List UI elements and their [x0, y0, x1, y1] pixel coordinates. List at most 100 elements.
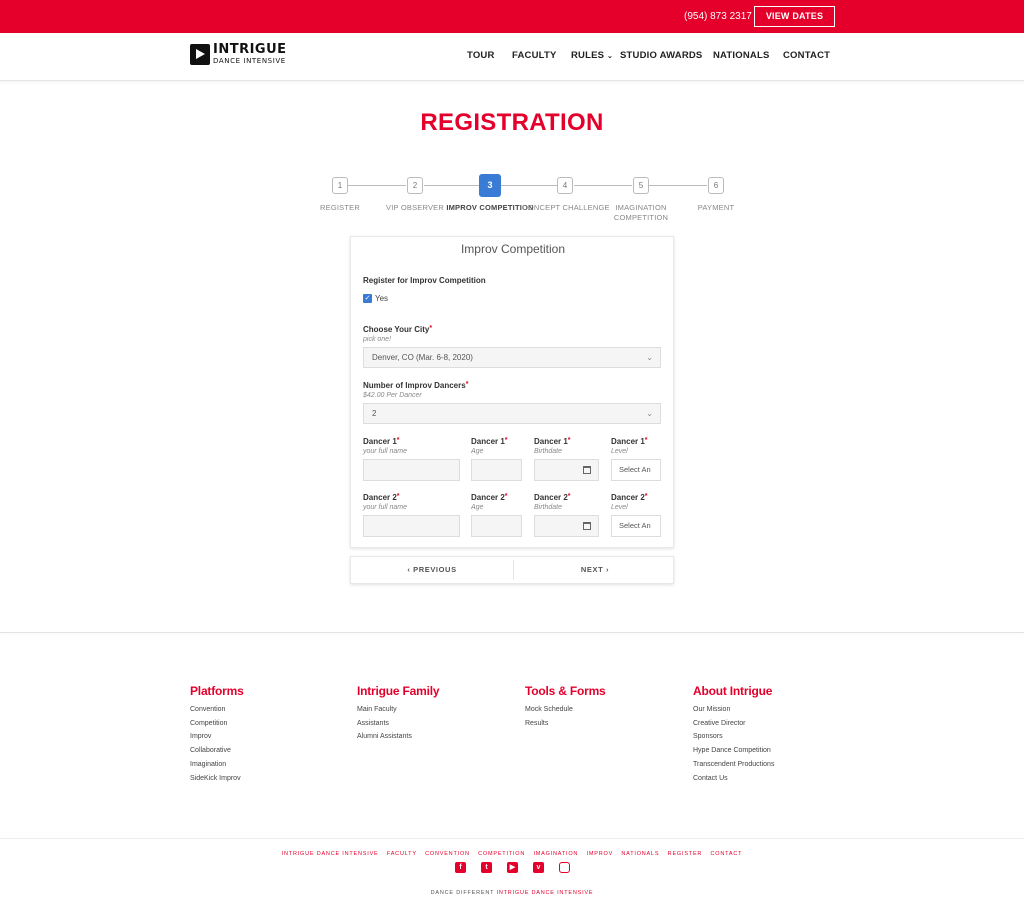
page-title: REGISTRATION [420, 109, 604, 136]
step-connector [574, 185, 632, 186]
footer-tagline: DANCE DIFFERENT INTRIGUE DANCE INTENSIVE [0, 890, 1024, 896]
bottom-link[interactable]: CONTACT [711, 851, 743, 857]
footer-link[interactable]: Main Faculty [357, 706, 397, 713]
calendar-icon[interactable] [583, 522, 591, 530]
city-select[interactable]: Denver, CO (Mar. 6-8, 2020) ⌄ [363, 347, 661, 368]
facebook-icon[interactable]: f [455, 862, 466, 873]
dancers-count-hint: $42.00 Per Dancer [363, 392, 422, 399]
city-select-value: Denver, CO (Mar. 6-8, 2020) [372, 353, 473, 362]
bottom-link[interactable]: FACULTY [387, 851, 417, 857]
footer-link[interactable]: Our Mission [693, 706, 730, 713]
footer-link[interactable]: Imagination [190, 761, 226, 768]
step-connector [348, 185, 406, 186]
logo-play-icon [190, 44, 210, 65]
required-marker: * [465, 381, 469, 388]
step-6-circle[interactable]: 6 [708, 177, 724, 194]
nav-contact[interactable]: CONTACT [783, 50, 830, 61]
dancer-1-age-label-text: Dancer 1 [471, 437, 505, 446]
required-marker: * [504, 493, 508, 500]
footer-link[interactable]: Transcendent Productions [693, 761, 774, 768]
dancer-2-birthdate-hint: Birthdate [534, 504, 563, 511]
dancer-1-level-select[interactable]: Select An [611, 459, 661, 481]
city-hint: pick one! [363, 336, 392, 343]
improv-form-card: Improv Competition Register for Improv C… [350, 236, 674, 548]
dancer-2-birthdate-input[interactable] [534, 515, 599, 537]
footer-about-title: About Intrigue [693, 684, 773, 698]
chevron-down-icon: ⌄ [646, 353, 653, 362]
bottom-link[interactable]: NATIONALS [621, 851, 659, 857]
nav-rules-label: RULES [571, 50, 605, 61]
footer-link[interactable]: Sponsors [693, 733, 723, 740]
footer-link[interactable]: Hype Dance Competition [693, 747, 771, 754]
dancer-1-age-input[interactable] [471, 459, 522, 481]
bottom-link[interactable]: COMPETITION [478, 851, 525, 857]
step-4-circle[interactable]: 4 [557, 177, 573, 194]
logo-wordmark: INTRIGUE [213, 42, 287, 57]
required-marker: * [396, 437, 400, 444]
dancer-2-age-input[interactable] [471, 515, 522, 537]
footer-link[interactable]: Assistants [357, 720, 389, 727]
footer-link[interactable]: Contact Us [693, 775, 728, 782]
footer-link[interactable]: Collaborative [190, 747, 231, 754]
step-5-circle[interactable]: 5 [633, 177, 649, 194]
footer-link[interactable]: SideKick Improv [190, 775, 241, 782]
dancers-count-label-text: Number of Improv Dancers [363, 381, 466, 390]
register-checkbox[interactable]: ✓ [363, 294, 372, 303]
dancers-count-select[interactable]: 2 ⌄ [363, 403, 661, 424]
step-1-circle[interactable]: 1 [332, 177, 348, 194]
site-header: INTRIGUE DANCE INTENSIVE TOUR FACULTY RU… [0, 33, 1024, 81]
dancer-1-birthdate-input[interactable] [534, 459, 599, 481]
footer-link[interactable]: Mock Schedule [525, 706, 573, 713]
required-marker: * [567, 493, 571, 500]
dancer-1-name-label-text: Dancer 1 [363, 437, 397, 446]
previous-button[interactable]: ‹ PREVIOUS [351, 557, 513, 583]
vimeo-icon[interactable]: v [533, 862, 544, 873]
register-label: Register for Improv Competition [363, 276, 486, 285]
dancer-2-name-label-text: Dancer 2 [363, 493, 397, 502]
dancer-1-level-hint: Level [611, 448, 628, 455]
footer-link[interactable]: Creative Director [693, 720, 746, 727]
twitter-icon[interactable]: t [481, 862, 492, 873]
step-2-circle[interactable]: 2 [407, 177, 423, 194]
dancer-2-name-input[interactable] [363, 515, 460, 537]
footer-link[interactable]: Alumni Assistants [357, 733, 412, 740]
bottom-link[interactable]: CONVENTION [425, 851, 470, 857]
youtube-icon[interactable]: ▶ [507, 862, 518, 873]
required-marker: * [567, 437, 571, 444]
bottom-link[interactable]: REGISTER [668, 851, 703, 857]
chevron-down-icon: ⌄ [646, 409, 653, 418]
dancer-2-name-label: Dancer 2* [363, 493, 400, 502]
bottom-link[interactable]: IMPROV [587, 851, 614, 857]
instagram-icon[interactable] [559, 862, 570, 873]
bottom-link[interactable]: IMAGINATION [533, 851, 578, 857]
dancer-2-level-select[interactable]: Select An [611, 515, 661, 537]
phone-number[interactable]: (954) 873 2317 [684, 11, 752, 22]
calendar-icon[interactable] [583, 466, 591, 474]
logo[interactable]: INTRIGUE DANCE INTENSIVE [190, 43, 312, 67]
next-button[interactable]: NEXT › [514, 557, 676, 583]
required-marker: * [644, 493, 648, 500]
dancer-1-name-input[interactable] [363, 459, 460, 481]
nav-rules[interactable]: RULES ⌄ [571, 50, 613, 61]
footer-platforms-title: Platforms [190, 684, 244, 698]
register-yes-label[interactable]: Yes [375, 294, 388, 303]
city-label-text: Choose Your City [363, 325, 430, 334]
chevron-down-icon: ⌄ [607, 53, 614, 60]
nav-faculty[interactable]: FACULTY [512, 50, 557, 61]
bottom-link[interactable]: INTRIGUE DANCE INTENSIVE [282, 851, 379, 857]
footer-link[interactable]: Improv [190, 733, 211, 740]
nav-studio-awards[interactable]: STUDIO AWARDS [620, 50, 702, 61]
step-3-circle[interactable]: 3 [479, 174, 501, 197]
footer-family-title: Intrigue Family [357, 684, 440, 698]
footer-link[interactable]: Competition [190, 720, 227, 727]
nav-tour[interactable]: TOUR [467, 50, 495, 61]
dancer-1-name-label: Dancer 1* [363, 437, 400, 446]
step-connector [501, 185, 557, 186]
view-dates-button[interactable]: VIEW DATES [754, 6, 835, 27]
footer-link[interactable]: Results [525, 720, 548, 727]
nav-nationals[interactable]: NATIONALS [713, 50, 770, 61]
dancer-1-level-label: Dancer 1* [611, 437, 648, 446]
city-label: Choose Your City* [363, 325, 432, 334]
dancer-2-level-hint: Level [611, 504, 628, 511]
footer-link[interactable]: Convention [190, 706, 225, 713]
